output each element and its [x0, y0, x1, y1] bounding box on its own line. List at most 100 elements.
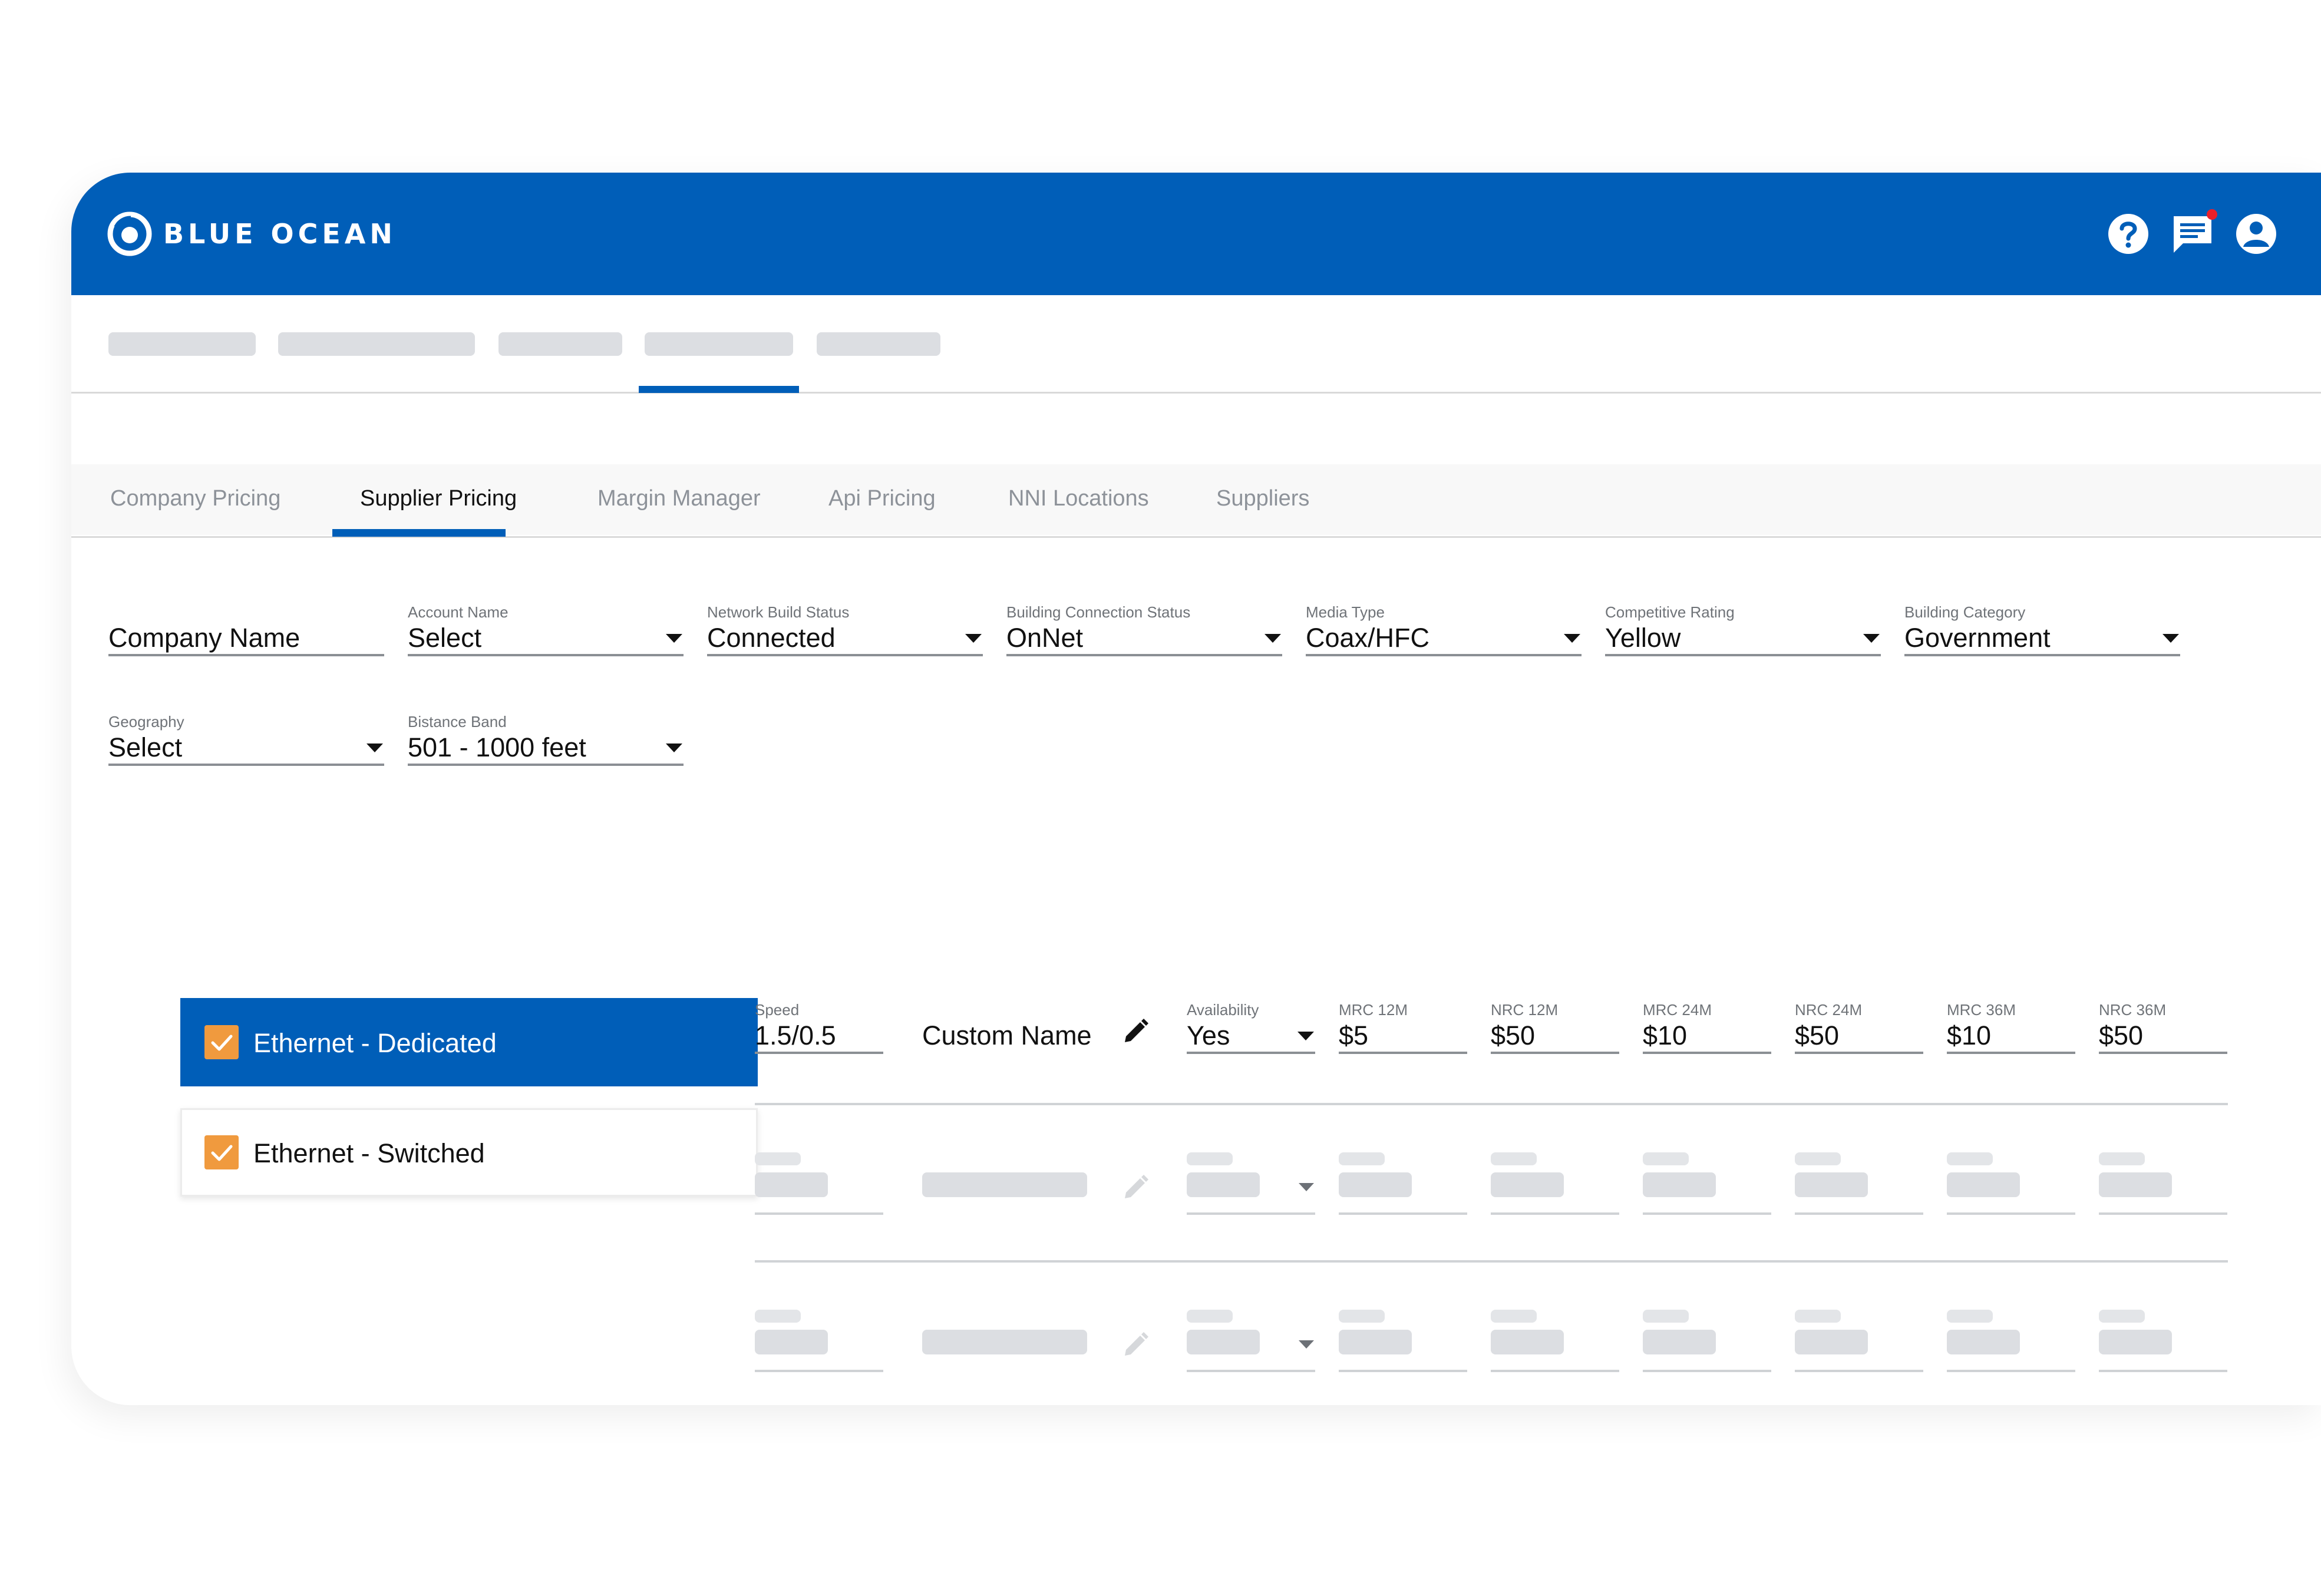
placeholder-label	[1643, 1152, 1689, 1165]
placeholder-label	[1491, 1152, 1537, 1165]
placeholder-underline[interactable]	[1339, 1212, 1467, 1215]
competitive-rating-label: Competitive Rating	[1605, 603, 1735, 621]
dropdown-caret-icon[interactable]	[1299, 1183, 1314, 1191]
edit-pencil-icon[interactable]	[1120, 1172, 1151, 1203]
checkbox-checked-icon[interactable]	[204, 1135, 239, 1169]
product-ethernet-dedicated[interactable]: Ethernet - Dedicated	[180, 998, 758, 1086]
placeholder-underline[interactable]	[1491, 1370, 1619, 1372]
dropdown-caret-icon[interactable]	[1297, 1032, 1314, 1040]
notification-dot	[2207, 209, 2217, 220]
nrc-12m-field[interactable]: NRC 12M $50	[1491, 995, 1619, 1054]
placeholder-value	[1947, 1172, 2020, 1197]
placeholder-underline[interactable]	[1947, 1212, 2075, 1215]
competitive-rating-value: Yellow	[1605, 623, 1681, 653]
dropdown-caret-icon[interactable]	[1265, 634, 1281, 643]
nrc-24m-field[interactable]: NRC 24M $50	[1795, 995, 1923, 1054]
tab-supplier-pricing[interactable]: Supplier Pricing	[360, 485, 517, 512]
placeholder-label	[1795, 1310, 1841, 1323]
brand-name: BLUE OCEAN	[163, 218, 397, 250]
media-type-value: Coax/HFC	[1306, 623, 1430, 653]
availability-select[interactable]: Availability Yes	[1187, 995, 1315, 1054]
company-name-field[interactable]: Company Name	[108, 597, 384, 656]
dropdown-caret-icon[interactable]	[367, 744, 383, 752]
account-name-select[interactable]: Account Name Select	[408, 597, 684, 656]
network-build-status-value: Connected	[707, 623, 836, 653]
tab-api-pricing[interactable]: Api Pricing	[828, 485, 936, 512]
placeholder-value	[1795, 1330, 1868, 1354]
mrc-24m-value: $10	[1643, 1020, 1688, 1050]
tab-nni-locations[interactable]: NNI Locations	[1008, 485, 1149, 512]
placeholder-label	[755, 1310, 801, 1323]
nav-item-placeholder[interactable]	[108, 332, 256, 356]
edit-pencil-icon[interactable]	[1120, 1016, 1151, 1047]
speed-value: 1.5/0.5	[755, 1020, 836, 1050]
tab-suppliers[interactable]: Suppliers	[1216, 485, 1309, 512]
competitive-rating-select[interactable]: Competitive Rating Yellow	[1605, 597, 1881, 656]
speed-field[interactable]: Speed 1.5/0.5	[755, 995, 883, 1054]
dropdown-caret-icon[interactable]	[666, 634, 682, 643]
geography-label: Geography	[108, 713, 184, 731]
building-connection-status-select[interactable]: Building Connection Status OnNet	[1006, 597, 1282, 656]
checkbox-checked-icon[interactable]	[204, 1025, 239, 1059]
custom-name-value: Custom Name	[922, 1020, 1092, 1050]
nrc-36m-field[interactable]: NRC 36M $50	[2099, 995, 2227, 1054]
media-type-label: Media Type	[1306, 603, 1385, 621]
media-type-select[interactable]: Media Type Coax/HFC	[1306, 597, 1582, 656]
row-divider	[755, 1260, 2228, 1263]
network-build-status-select[interactable]: Network Build Status Connected	[707, 597, 983, 656]
placeholder-underline[interactable]	[1947, 1370, 2075, 1372]
help-icon[interactable]	[2106, 212, 2151, 256]
dropdown-caret-icon[interactable]	[965, 634, 982, 643]
mrc-24m-field[interactable]: MRC 24M $10	[1643, 995, 1771, 1054]
placeholder-value	[2099, 1172, 2172, 1197]
edit-pencil-icon[interactable]	[1120, 1330, 1151, 1360]
placeholder-underline[interactable]	[1643, 1370, 1771, 1372]
placeholder-value	[1339, 1172, 1412, 1197]
tab-margin-manager[interactable]: Margin Manager	[597, 485, 761, 512]
custom-name-field[interactable]: Custom Name	[922, 995, 1099, 1052]
nrc-12m-value: $50	[1491, 1020, 1536, 1050]
blue-ocean-logo-icon	[107, 212, 152, 256]
nav-item-placeholder[interactable]	[278, 332, 475, 356]
placeholder-label	[1339, 1152, 1385, 1165]
nav-item-placeholder[interactable]	[817, 332, 940, 356]
geography-select[interactable]: Geography Select	[108, 707, 384, 766]
dropdown-caret-icon[interactable]	[1299, 1340, 1314, 1349]
nrc-24m-label: NRC 24M	[1795, 1001, 1863, 1019]
placeholder-underline[interactable]	[1187, 1370, 1315, 1372]
nav-item-placeholder[interactable]	[498, 332, 622, 356]
placeholder-label	[1795, 1152, 1841, 1165]
tab-company-pricing[interactable]: Company Pricing	[110, 485, 280, 512]
placeholder-underline[interactable]	[755, 1370, 883, 1372]
mrc-12m-value: $5	[1339, 1020, 1369, 1050]
building-category-select[interactable]: Building Category Government	[1904, 597, 2180, 656]
placeholder-underline[interactable]	[1795, 1370, 1923, 1372]
product-ethernet-switched[interactable]: Ethernet - Switched	[180, 1108, 758, 1197]
placeholder-value	[755, 1330, 828, 1354]
product-label: Ethernet - Dedicated	[253, 1028, 497, 1058]
account-name-label: Account Name	[408, 603, 509, 621]
placeholder-underline[interactable]	[1491, 1212, 1619, 1215]
placeholder-underline[interactable]	[1795, 1212, 1923, 1215]
dropdown-caret-icon[interactable]	[2162, 634, 2179, 643]
nav-item-placeholder-active[interactable]	[645, 332, 793, 356]
placeholder-underline[interactable]	[755, 1212, 883, 1215]
building-category-label: Building Category	[1904, 603, 2026, 621]
placeholder-underline[interactable]	[1643, 1212, 1771, 1215]
distance-band-select[interactable]: Bistance Band 501 - 1000 feet	[408, 707, 684, 766]
placeholder-underline[interactable]	[1187, 1212, 1315, 1215]
placeholder-underline[interactable]	[2099, 1212, 2227, 1215]
account-icon[interactable]	[2234, 212, 2279, 256]
speed-label: Speed	[755, 1001, 800, 1019]
mrc-36m-field[interactable]: MRC 36M $10	[1947, 995, 2075, 1054]
dropdown-caret-icon[interactable]	[666, 744, 682, 752]
mrc-12m-field[interactable]: MRC 12M $5	[1339, 995, 1467, 1054]
app-header: BLUE OCEAN	[71, 173, 2321, 295]
placeholder-value	[755, 1172, 828, 1197]
dropdown-caret-icon[interactable]	[1863, 634, 1880, 643]
placeholder-underline[interactable]	[1339, 1370, 1467, 1372]
company-name-value: Company Name	[108, 623, 301, 653]
dropdown-caret-icon[interactable]	[1564, 634, 1580, 643]
mrc-36m-label: MRC 36M	[1947, 1001, 2016, 1019]
placeholder-underline[interactable]	[2099, 1370, 2227, 1372]
